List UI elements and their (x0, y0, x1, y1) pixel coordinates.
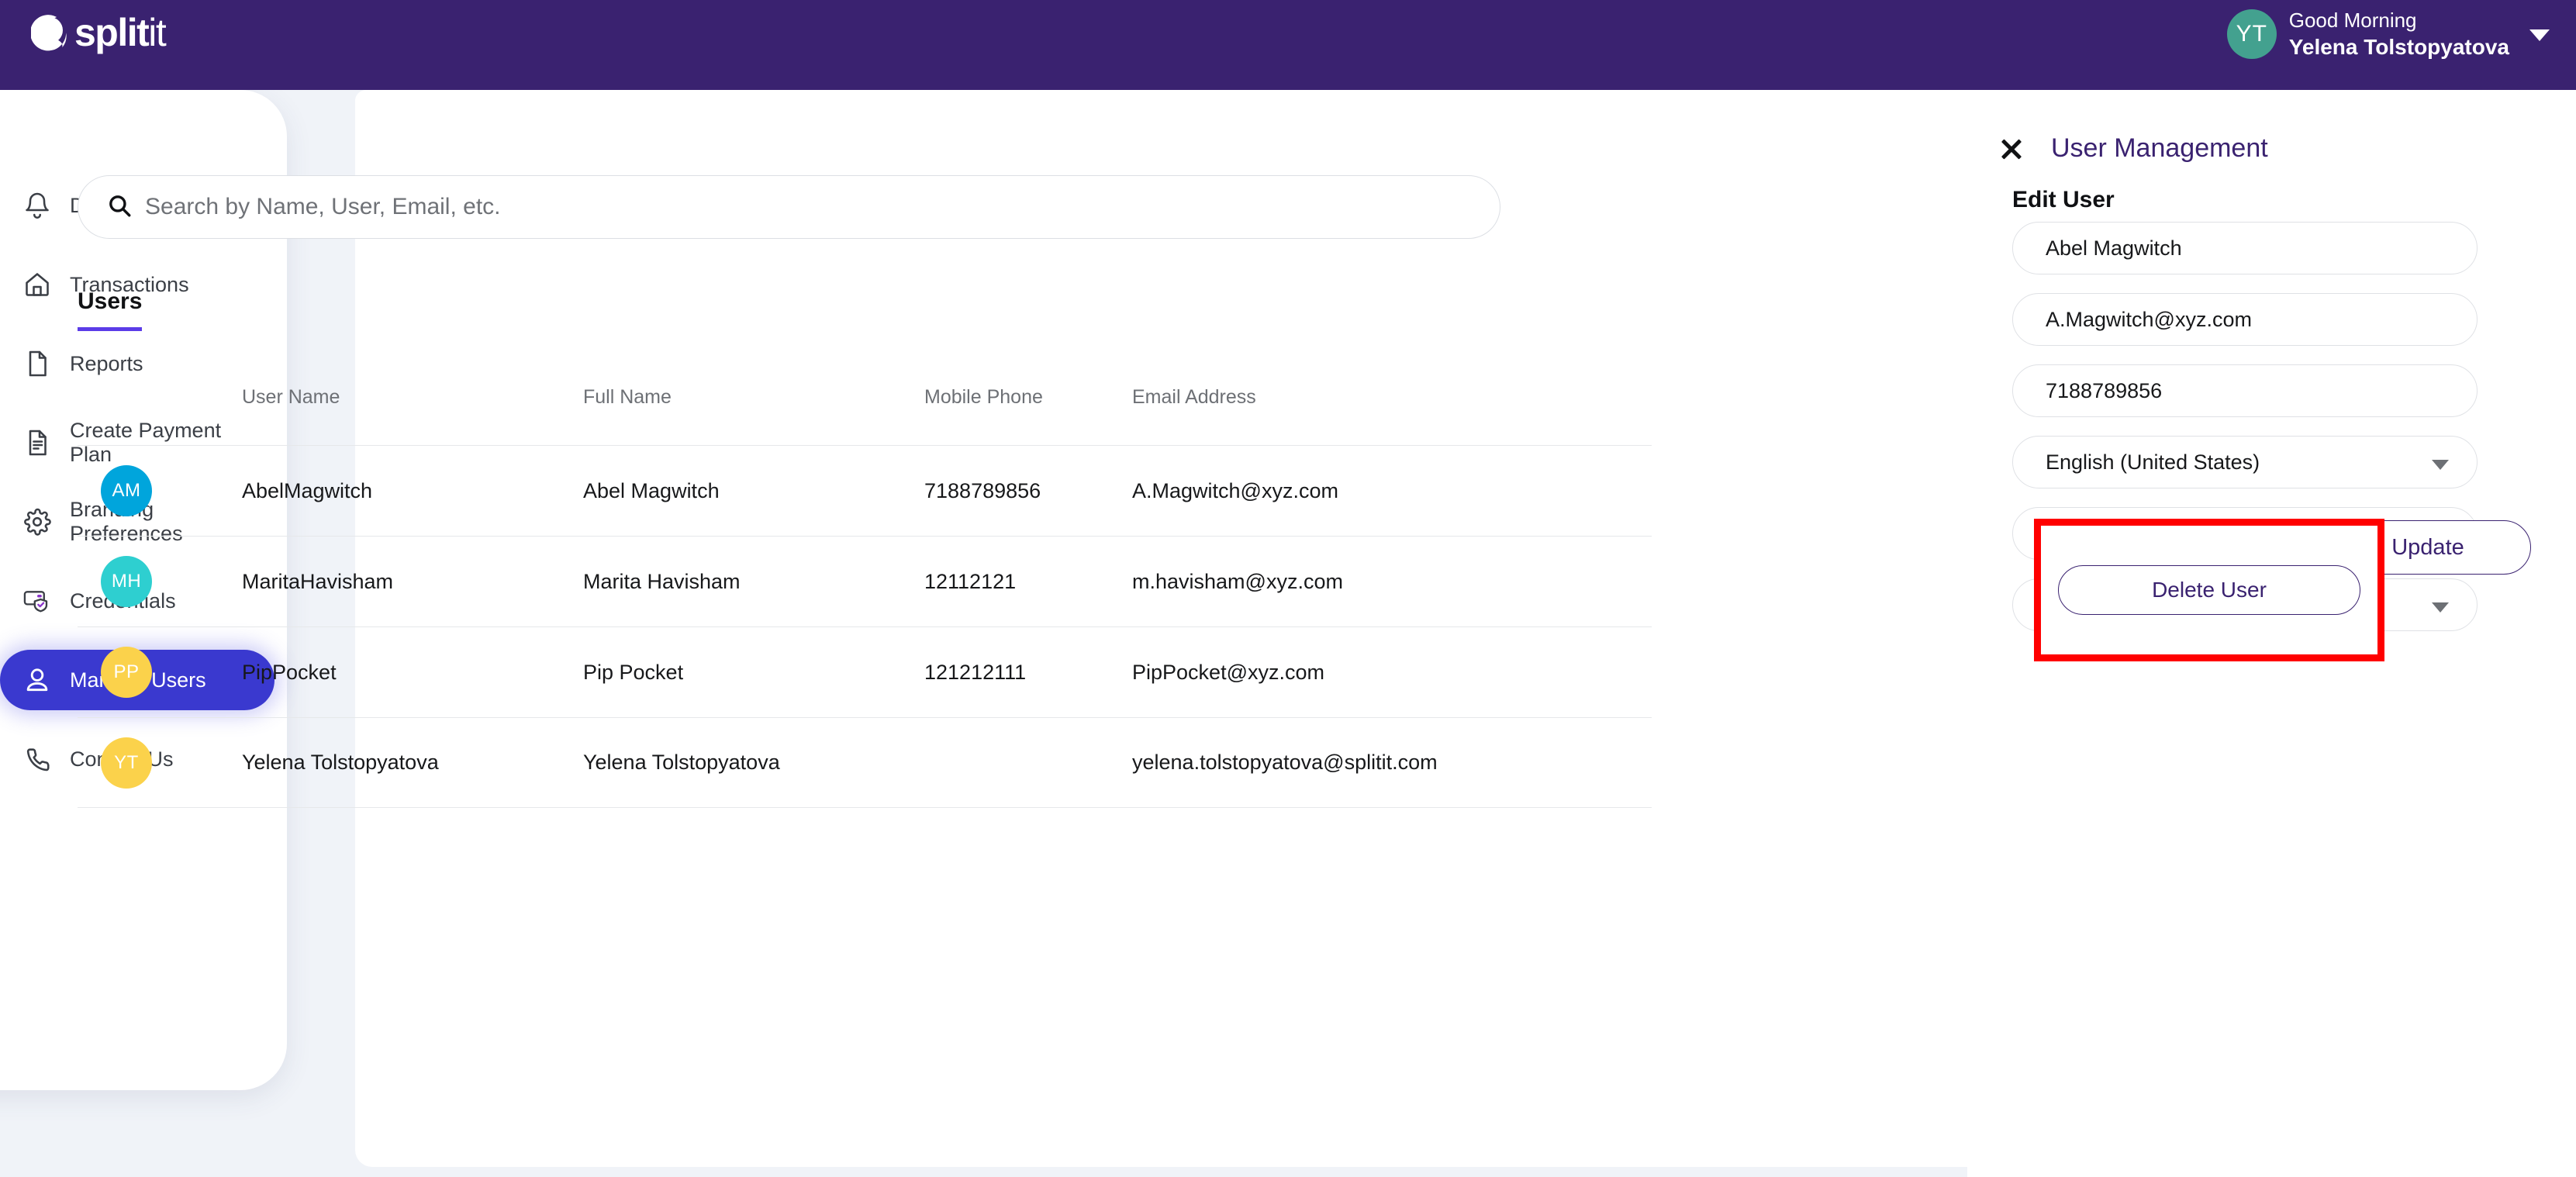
table-cell-user-name: AbelMagwitch (242, 478, 373, 502)
header-user-menu[interactable]: YT Good Morning Yelena Tolstopyatova (2226, 8, 2550, 60)
table-cell-email: yelena.tolstopyatova@splitit.com (1132, 751, 1438, 774)
table-row[interactable]: MH MaritaHavisham Marita Havisham 121121… (78, 536, 1652, 626)
table-cell-full-name: Marita Havisham (583, 569, 741, 593)
greeting-text: Good Morning (2288, 9, 2417, 32)
chevron-down-icon[interactable] (2529, 29, 2550, 42)
table-row[interactable]: AM AbelMagwitch Abel Magwitch 7188789856… (78, 445, 1652, 536)
brand-logo[interactable]: splitit (30, 11, 167, 54)
panel-header: User Management (1967, 133, 2268, 164)
table-cell-user-name: MaritaHavisham (242, 569, 394, 593)
table-cell-avatar: PP (78, 647, 242, 698)
table-header-full-name: Full Name (583, 386, 672, 408)
search-icon (106, 192, 133, 223)
panel-title: User Management (2051, 133, 2268, 163)
search-input[interactable]: Search by Name, User, Email, etc. (78, 175, 1500, 239)
avatar: PP (101, 647, 152, 698)
table-cell-email: A.Magwitch@xyz.com (1132, 478, 1338, 502)
avatar: AM (101, 465, 152, 516)
table-cell-email: PipPocket@xyz.com (1132, 660, 1324, 684)
table-cell-mobile-phone: 121212111 (924, 660, 1027, 684)
table-cell-full-name: Yelena Tolstopyatova (583, 751, 780, 774)
table-cell-user-name: Yelena Tolstopyatova (242, 751, 439, 774)
document-icon (22, 348, 53, 379)
table-cell-avatar: MH (78, 556, 242, 607)
gear-icon (22, 506, 53, 537)
close-icon[interactable] (1997, 134, 2026, 164)
table-row[interactable]: PP PipPocket Pip Pocket 121212111 PipPoc… (78, 626, 1652, 717)
bell-icon (22, 190, 53, 221)
user-name-text: Yelena Tolstopyatova (2288, 34, 2509, 59)
table-header-avatar (78, 380, 242, 386)
table-header-email-address: Email Address (1132, 386, 1256, 408)
home-icon (22, 269, 53, 300)
table-cell-user-name: PipPocket (242, 660, 337, 684)
table-cell-full-name: Pip Pocket (583, 660, 684, 684)
sidebar-item-label: Reports (70, 351, 143, 375)
avatar: MH (101, 556, 152, 607)
brand-name-bold: split (74, 11, 150, 54)
top-header-bar: splitit YT Good Morning Yelena Tolstopya… (0, 0, 2576, 90)
document-lines-icon (22, 427, 53, 458)
table-cell-avatar: YT (78, 737, 242, 789)
tab-bar: Users (78, 288, 143, 331)
table-header-mobile-phone: Mobile Phone (924, 386, 1043, 408)
edit-user-heading: Edit User (2012, 187, 2115, 212)
table-cell-full-name: Abel Magwitch (583, 478, 720, 502)
phone-field[interactable]: 7188789856 (2012, 364, 2478, 417)
table-row[interactable]: YT Yelena Tolstopyatova Yelena Tolstopya… (78, 717, 1652, 808)
email-field[interactable]: A.Magwitch@xyz.com (2012, 293, 2478, 346)
app-root: splitit YT Good Morning Yelena Tolstopya… (0, 0, 2576, 1177)
full-name-field[interactable]: Abel Magwitch (2012, 222, 2478, 274)
table-cell-mobile-phone: 12112121 (924, 569, 1017, 593)
table-cell-avatar: AM (78, 465, 242, 516)
avatar: YT (2226, 9, 2277, 59)
table-cell-mobile-phone: 7188789856 (924, 478, 1041, 502)
language-select[interactable]: English (United States) (2012, 436, 2478, 488)
phone-icon (22, 744, 53, 775)
chevron-down-icon (2432, 460, 2449, 470)
user-icon (22, 664, 53, 696)
language-select-value: English (United States) (2046, 450, 2260, 474)
chevron-down-icon (2432, 602, 2449, 613)
users-table: User Name Full Name Mobile Phone Email A… (78, 380, 1652, 808)
card-shield-icon (22, 585, 53, 616)
table-header-user-name: User Name (242, 386, 340, 408)
table-cell-email: m.havisham@xyz.com (1132, 569, 1343, 593)
splitit-logo-icon (30, 13, 70, 52)
brand-name-light: it (148, 11, 167, 54)
avatar: YT (101, 737, 152, 789)
tab-users[interactable]: Users (78, 288, 143, 331)
search-placeholder: Search by Name, User, Email, etc. (145, 194, 501, 219)
delete-user-highlight: Delete User (2034, 519, 2384, 661)
delete-user-button[interactable]: Delete User (2058, 565, 2360, 615)
brand-wordmark: splitit (74, 11, 167, 54)
greeting-block: Good Morning Yelena Tolstopyatova (2289, 8, 2509, 60)
table-header-row: User Name Full Name Mobile Phone Email A… (78, 380, 1652, 445)
